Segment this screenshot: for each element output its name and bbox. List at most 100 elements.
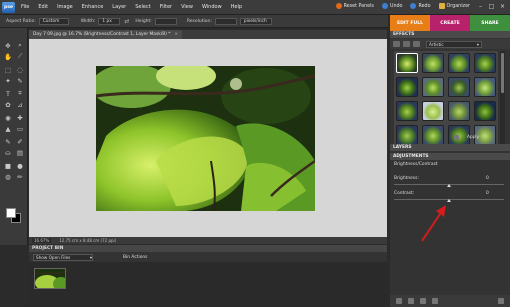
menu-enhance[interactable]: Enhance [82, 4, 104, 10]
blur-tool-icon[interactable]: ● [15, 161, 25, 170]
redo-icon [410, 3, 417, 9]
menu-view[interactable]: View [181, 4, 193, 10]
smart-brush-tool-icon[interactable]: ✐ [15, 137, 25, 146]
clone-stamp-tool-icon[interactable]: ▲ [3, 124, 13, 133]
show-open-files-select[interactable]: Show Open Files ▾ [33, 253, 93, 261]
menu-image[interactable]: Image [57, 4, 73, 10]
view-previous-icon[interactable] [432, 298, 438, 304]
crop-tool-icon[interactable]: ⌗ [15, 89, 25, 98]
effect-thumbnail[interactable] [474, 53, 496, 73]
bin-actions-button[interactable]: Bin Actions [123, 255, 147, 260]
effect-thumbnail[interactable] [422, 77, 444, 97]
bin-thumbnail[interactable] [34, 268, 66, 289]
healing-brush-tool-icon[interactable]: ✚ [15, 113, 25, 122]
contrast-value[interactable]: 0 [486, 191, 489, 196]
aspect-ratio-option: Aspect Ratio: Custom [6, 17, 69, 25]
height-option: Height: [135, 17, 177, 25]
effect-thumbnail[interactable] [448, 101, 470, 121]
effect-thumbnail[interactable] [422, 101, 444, 121]
effects-category-select[interactable]: Artistic ▾ [426, 40, 482, 48]
effects-thumbnail-grid [394, 51, 498, 151]
brightness-value[interactable]: 0 [486, 176, 489, 181]
filters-icon[interactable] [393, 41, 400, 47]
maximize-icon[interactable]: □ [487, 3, 496, 11]
menu-window[interactable]: Window [202, 4, 222, 10]
brightness-slider-handle[interactable] [447, 184, 451, 187]
tab-edit-full[interactable]: EDIT FULL [390, 15, 430, 31]
layer-styles-icon[interactable] [403, 41, 410, 47]
effects-scrollbar[interactable] [500, 51, 505, 151]
move-tool-icon[interactable]: ✥ [3, 41, 13, 50]
lasso-tool-icon[interactable]: ◌ [15, 65, 25, 74]
eyedropper-tool-icon[interactable]: ⟋ [15, 52, 25, 61]
reset-icon[interactable] [420, 298, 426, 304]
effect-thumbnail[interactable] [396, 125, 418, 145]
width-field[interactable]: 1 px [98, 17, 121, 25]
document-image[interactable] [96, 66, 315, 211]
minimize-icon[interactable]: – [476, 3, 485, 11]
undo-icon [381, 3, 388, 9]
document-info[interactable]: 12.75 cm x 8.48 cm (72 ppi) [59, 238, 116, 243]
effects-scrollbar-thumb[interactable] [501, 53, 504, 93]
adjustments-header[interactable]: ADJUSTMENTS [390, 153, 510, 160]
zoom-level[interactable]: 16.67% [32, 238, 52, 243]
menu-file[interactable]: File [21, 4, 29, 10]
swap-dimensions-icon[interactable]: ⇄ [124, 18, 129, 25]
organizer-button[interactable]: Organizer [438, 3, 470, 9]
contrast-slider-handle[interactable] [447, 199, 451, 202]
menu-filter[interactable]: Filter [160, 4, 172, 10]
effect-thumbnail[interactable] [422, 125, 444, 145]
layers-header[interactable]: LAYERS [390, 144, 510, 151]
tab-share[interactable]: SHARE [470, 15, 510, 31]
document-tab[interactable]: Day 7 09.jpg @ 16.7% (Brightness/Contras… [29, 30, 183, 39]
close-document-icon[interactable]: × [174, 32, 178, 37]
type-tool-icon[interactable]: T [3, 89, 13, 98]
redo-button[interactable]: Redo [410, 3, 431, 9]
effect-thumbnail[interactable] [396, 53, 418, 73]
foreground-color-swatch[interactable] [6, 208, 16, 218]
menu-layer[interactable]: Layer [112, 4, 126, 10]
brush-tool-icon[interactable]: ✎ [3, 137, 13, 146]
canvas-area[interactable] [29, 39, 387, 237]
clip-layer-icon[interactable] [396, 298, 402, 304]
menu-help[interactable]: Help [231, 4, 242, 10]
photo-effects-icon[interactable] [413, 41, 420, 47]
menu-edit[interactable]: Edit [38, 4, 48, 10]
hand-tool-icon[interactable]: ✋ [3, 52, 13, 61]
aspect-ratio-select[interactable]: Custom [38, 17, 69, 25]
menu-select[interactable]: Select [135, 4, 150, 10]
selection-brush-tool-icon[interactable]: ✎ [15, 76, 25, 85]
red-eye-tool-icon[interactable]: ◉ [3, 113, 13, 122]
tab-create[interactable]: CREATE [430, 15, 470, 31]
undo-button[interactable]: Undo [381, 3, 402, 9]
magic-wand-tool-icon[interactable]: ✦ [3, 76, 13, 85]
effect-thumbnail[interactable] [448, 53, 470, 73]
visibility-icon[interactable] [408, 298, 414, 304]
resolution-field[interactable] [214, 17, 237, 25]
trash-icon[interactable] [498, 298, 504, 304]
effect-thumbnail[interactable] [396, 77, 418, 97]
info-icon[interactable] [454, 135, 459, 140]
marquee-tool-icon[interactable]: ⬚ [3, 65, 13, 74]
effect-thumbnail[interactable] [422, 53, 444, 73]
cookie-cutter-tool-icon[interactable]: ✿ [3, 100, 13, 109]
gradient-tool-icon[interactable]: ▤ [15, 148, 25, 157]
effect-thumbnail[interactable] [396, 101, 418, 121]
eraser-tool-icon[interactable]: ▭ [15, 124, 25, 133]
effect-thumbnail[interactable] [474, 77, 496, 97]
effects-header[interactable]: EFFECTS [390, 31, 510, 38]
pencil-tool-icon[interactable]: ✏ [15, 172, 25, 181]
paint-bucket-tool-icon[interactable]: ⛀ [3, 148, 13, 157]
project-bin-header[interactable]: PROJECT BIN [29, 245, 387, 252]
effect-thumbnail[interactable] [474, 101, 496, 121]
height-field[interactable] [154, 17, 177, 25]
apply-button[interactable]: Apply [454, 135, 479, 140]
resolution-unit-select[interactable]: pixels/inch [239, 17, 272, 25]
straighten-tool-icon[interactable]: ⊿ [15, 100, 25, 109]
zoom-tool-icon[interactable]: ⌕ [15, 41, 25, 50]
close-icon[interactable]: × [498, 3, 507, 11]
shape-tool-icon[interactable]: ■ [3, 161, 13, 170]
reset-panels-button[interactable]: Reset Panels [335, 3, 374, 9]
sponge-tool-icon[interactable]: ◍ [3, 172, 13, 181]
effect-thumbnail[interactable] [448, 77, 470, 97]
